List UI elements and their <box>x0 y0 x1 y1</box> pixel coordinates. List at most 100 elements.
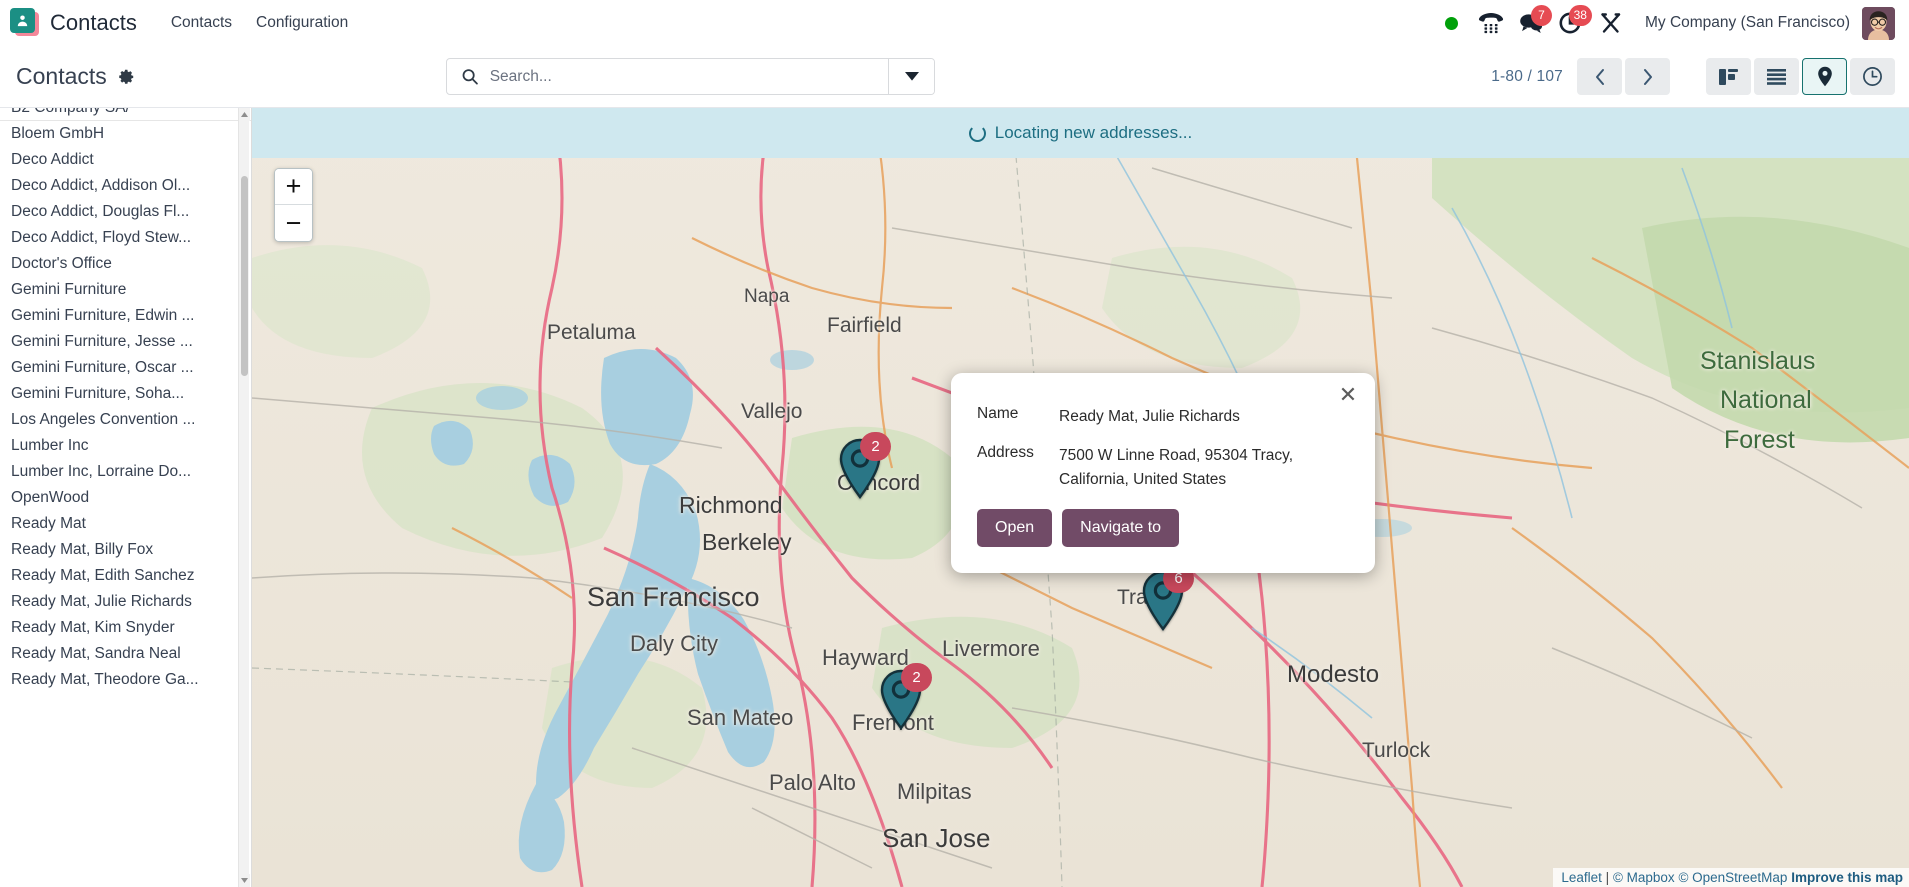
contact-list-item[interactable]: Ready Mat, Edith Sanchez <box>0 563 251 589</box>
contact-list-item[interactable]: Gemini Furniture, Oscar ... <box>0 355 251 381</box>
search-input-wrap[interactable] <box>447 59 888 94</box>
chevron-left-icon <box>1593 67 1607 87</box>
map-zoom-controls: + − <box>274 168 313 242</box>
list-view-button[interactable] <box>1754 58 1799 95</box>
pager-previous-button[interactable] <box>1577 58 1622 95</box>
contact-list-item[interactable]: Los Angeles Convention ... <box>0 407 251 433</box>
contact-list-item[interactable]: B2 Company SA/ <box>0 108 251 121</box>
spinner-icon <box>969 125 986 142</box>
sidebar-scrollbar[interactable] <box>238 108 249 887</box>
map-place-label: Modesto <box>1287 661 1379 689</box>
map-place-label: National <box>1720 386 1812 415</box>
map-place-label: Napa <box>744 286 789 308</box>
search-icon <box>461 67 479 86</box>
open-button[interactable]: Open <box>977 509 1052 547</box>
map-marker-tracy[interactable]: 6 <box>1140 570 1186 632</box>
popup-field-name: Name Ready Mat, Julie Richards <box>977 405 1349 428</box>
contact-list-item[interactable]: Gemini Furniture, Soha... <box>0 381 251 407</box>
app-logo-icon[interactable] <box>10 8 40 38</box>
marker-count-badge: 2 <box>860 432 891 461</box>
map-view[interactable]: PetalumaFairfieldNapaVallejoConcordRichm… <box>252 108 1909 887</box>
contact-list-item[interactable]: Bloem GmbH <box>0 121 251 147</box>
contact-list-item[interactable]: OpenWood <box>0 485 251 511</box>
activity-view-button[interactable] <box>1850 58 1895 95</box>
scroll-up-arrow[interactable] <box>239 108 250 121</box>
contact-list-item[interactable]: Lumber Inc, Lorraine Do... <box>0 459 251 485</box>
contact-list-item[interactable]: Lumber Inc <box>0 433 251 459</box>
company-switcher[interactable]: My Company (San Francisco) <box>1631 14 1862 32</box>
contact-list-item[interactable]: Doctor's Office <box>0 251 251 277</box>
contact-list-item[interactable]: Gemini Furniture, Jesse ... <box>0 329 251 355</box>
contact-list-item[interactable]: Ready Mat, Julie Richards <box>0 589 251 615</box>
improve-map-link[interactable]: Improve this map <box>1791 870 1903 885</box>
kanban-view-button[interactable] <box>1706 58 1751 95</box>
contact-list-item[interactable]: Gemini Furniture <box>0 277 251 303</box>
map-place-label: Hayward <box>822 645 909 671</box>
app-brand-name: Contacts <box>50 10 137 36</box>
mapbox-link[interactable]: © Mapbox <box>1613 870 1675 885</box>
contact-list-item[interactable]: Ready Mat, Kim Snyder <box>0 615 251 641</box>
online-dot-icon <box>1445 17 1458 30</box>
control-panel: Contacts 1-80 / 107 <box>0 46 1909 108</box>
phone-dialpad-button[interactable] <box>1471 0 1511 46</box>
view-switcher <box>1706 58 1895 95</box>
zoom-out-button[interactable]: − <box>275 205 312 241</box>
sidebar-scroll-thumb[interactable] <box>241 176 248 376</box>
contact-list-item[interactable]: Deco Addict, Addison Ol... <box>0 173 251 199</box>
pager-next-button[interactable] <box>1625 58 1670 95</box>
contact-list-item[interactable]: Ready Mat, Theodore Ga... <box>0 667 251 693</box>
page-title: Contacts <box>16 63 107 90</box>
caret-down-icon <box>905 72 919 81</box>
map-place-label: Daly City <box>630 631 718 657</box>
system-tray: 7 38 My Company (San Francisco) <box>1433 0 1895 46</box>
scroll-down-arrow[interactable] <box>239 874 250 887</box>
locating-banner: Locating new addresses... <box>252 108 1909 158</box>
popup-address-label: Address <box>977 444 1059 491</box>
list-icon <box>1766 68 1787 86</box>
main-body: B2 Company SA/Bloem GmbHDeco AddictDeco … <box>0 108 1909 887</box>
navigate-to-button[interactable]: Navigate to <box>1062 509 1179 547</box>
openstreetmap-link[interactable]: © OpenStreetMap <box>1678 870 1787 885</box>
contact-list-item[interactable]: Ready Mat, Billy Fox <box>0 537 251 563</box>
user-avatar[interactable] <box>1862 7 1895 40</box>
map-place-label: Fairfield <box>827 314 902 338</box>
phone-dialpad-icon <box>1478 11 1504 35</box>
contacts-sidebar: B2 Company SA/Bloem GmbHDeco AddictDeco … <box>0 108 252 887</box>
search-bar[interactable] <box>446 58 935 95</box>
messaging-badge: 7 <box>1531 5 1552 26</box>
contact-list-item[interactable]: Deco Addict, Douglas Fl... <box>0 199 251 225</box>
map-place-label: San Francisco <box>587 582 760 613</box>
search-input[interactable] <box>490 68 888 86</box>
messaging-button[interactable]: 7 <box>1511 0 1551 46</box>
zoom-in-button[interactable]: + <box>275 169 312 205</box>
contact-list-item[interactable]: Gemini Furniture, Edwin ... <box>0 303 251 329</box>
kanban-icon <box>1718 67 1739 87</box>
popup-name-value: Ready Mat, Julie Richards <box>1059 405 1240 428</box>
map-marker-fremont[interactable]: 2 <box>878 669 924 731</box>
map-place-label: Vallejo <box>741 400 802 424</box>
search-dropdown-toggle[interactable] <box>888 59 934 94</box>
clock-icon <box>1862 66 1883 87</box>
nav-item-contacts[interactable]: Contacts <box>159 8 244 38</box>
popup-address-value: 7500 W Linne Road, 95304 Tracy, Californ… <box>1059 444 1319 491</box>
contact-list-item[interactable]: Ready Mat <box>0 511 251 537</box>
close-icon[interactable]: ✕ <box>1335 382 1361 408</box>
developer-tools-button[interactable] <box>1591 0 1631 46</box>
contacts-list: B2 Company SA/Bloem GmbHDeco AddictDeco … <box>0 108 251 713</box>
contact-list-item[interactable]: Deco Addict, Floyd Stew... <box>0 225 251 251</box>
chevron-right-icon <box>1641 67 1655 87</box>
nav-item-configuration[interactable]: Configuration <box>244 8 360 38</box>
map-place-label: Palo Alto <box>769 770 856 796</box>
breadcrumb: Contacts <box>16 63 446 90</box>
gear-icon[interactable] <box>117 68 135 86</box>
contact-list-item[interactable]: Ready Mat, Sandra Neal <box>0 641 251 667</box>
map-place-label: Stanislaus <box>1700 347 1815 376</box>
map-marker-concord[interactable]: 2 <box>837 438 883 500</box>
online-status-indicator[interactable] <box>1433 0 1471 46</box>
page-title-group: Contacts <box>16 63 135 90</box>
map-view-button[interactable] <box>1802 58 1847 95</box>
leaflet-link[interactable]: Leaflet <box>1561 870 1602 885</box>
map-place-label: Berkeley <box>702 529 791 556</box>
activities-button[interactable]: 38 <box>1551 0 1591 46</box>
contact-list-item[interactable]: Deco Addict <box>0 147 251 173</box>
